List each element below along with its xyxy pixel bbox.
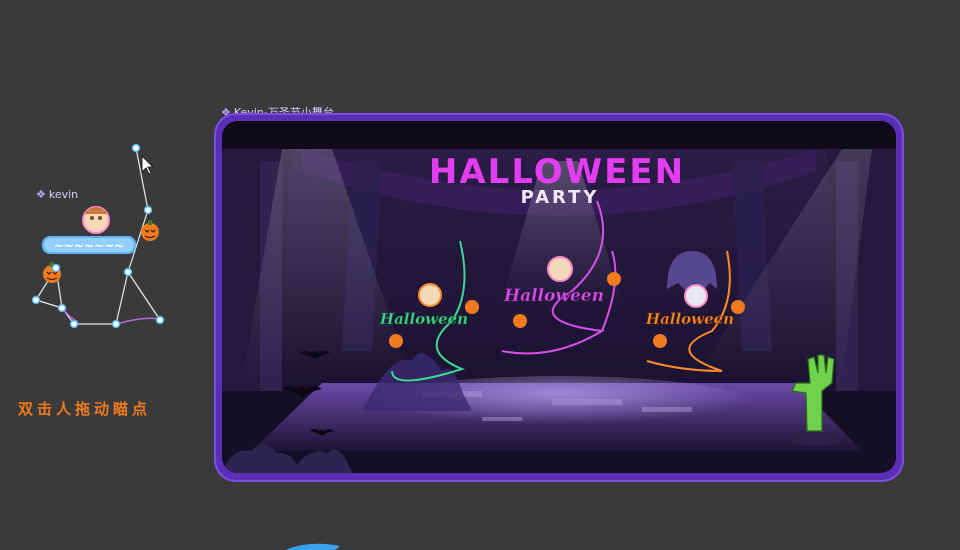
title-line1: HALLOWEEN — [429, 152, 685, 192]
puppet-tag: Halloween — [645, 310, 734, 328]
avatar — [547, 256, 573, 282]
stage-canvas[interactable]: HALLOWEEN PARTY Halloween Halloween Hall… — [222, 121, 896, 473]
pumpkin-icon — [513, 314, 527, 328]
anchor-point[interactable] — [31, 295, 41, 305]
puppet-tag: Halloween — [379, 310, 468, 328]
anchor-point[interactable] — [131, 143, 141, 153]
pumpkin-icon — [607, 272, 621, 286]
avatar — [684, 284, 708, 308]
anchor-point[interactable] — [123, 267, 133, 277]
avatar[interactable] — [82, 206, 110, 234]
pumpkin-icon — [731, 300, 745, 314]
rig-editor[interactable]: ~~~~~~~ — [20, 140, 200, 340]
cursor-arrow-icon — [141, 154, 155, 175]
bottom-shape — [285, 543, 340, 550]
anchor-point[interactable] — [143, 205, 153, 215]
pumpkin-icon — [653, 334, 667, 348]
name-tag: ~~~~~~~ — [42, 236, 136, 254]
avatar — [418, 283, 442, 307]
pumpkin-icon — [389, 334, 403, 348]
anchor-point[interactable] — [57, 303, 67, 313]
anchor-point[interactable] — [69, 319, 79, 329]
puppet-tag: Halloween — [503, 286, 604, 306]
stage-scene: HALLOWEEN PARTY Halloween Halloween Hall… — [222, 121, 896, 473]
pumpkin-icon — [465, 300, 479, 314]
anchor-point[interactable] — [155, 315, 165, 325]
anchor-point[interactable] — [111, 319, 121, 329]
title-line2: PARTY — [521, 187, 600, 208]
hint-text: 双击人拖动瞄点 — [18, 400, 152, 418]
svg-text:~~~~~~~: ~~~~~~~ — [54, 239, 124, 253]
anchor-point[interactable] — [51, 263, 61, 273]
